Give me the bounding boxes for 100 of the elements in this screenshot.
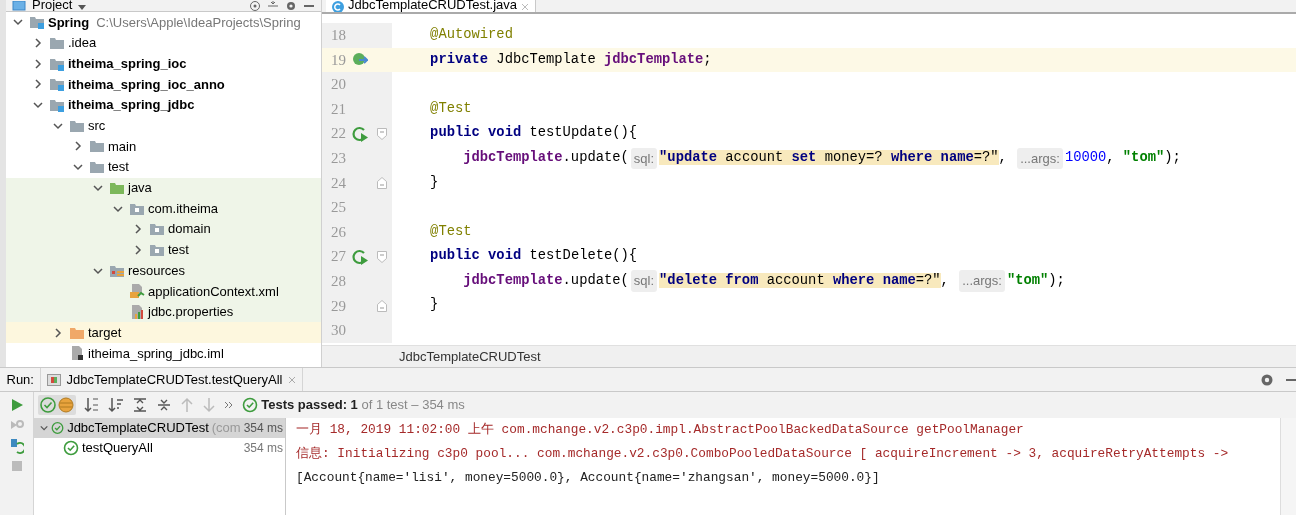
project-path: C:\Users\Apple\IdeaProjects\Spring: [96, 13, 301, 32]
run-config-icon: [47, 373, 62, 386]
code-line: }: [429, 296, 439, 315]
package-icon: [149, 221, 165, 238]
line-number: 18: [330, 26, 346, 46]
dropdown-icon[interactable]: [78, 5, 87, 11]
line-number: 29: [330, 296, 346, 316]
tree-item[interactable]: java: [6, 177, 321, 199]
tree-item[interactable]: Spring C:\Users\Apple\IdeaProjects\Spring: [6, 12, 321, 33]
more-icon[interactable]: [224, 400, 234, 410]
target-icon[interactable]: [249, 1, 261, 11]
item-label: test: [108, 158, 129, 177]
code-text: jdbcTemplate.update(: [462, 148, 629, 167]
parameter-hint: ...args:: [959, 270, 1005, 292]
passed-icon: [51, 420, 65, 436]
console-line: [Account{name='lisi', money=5000.0}, Account{name='zhangsan', money=5000.0}]: [296, 469, 881, 487]
item-label: test: [168, 241, 189, 260]
status-text: Tests passed: 1 of 1 test – 354 ms: [261, 396, 465, 415]
item-label: applicationContext.xml: [148, 282, 279, 301]
sort-by-duration-icon[interactable]: [108, 397, 124, 413]
code-line: public void testUpdate(){: [429, 124, 638, 143]
folder-icon: [49, 35, 65, 52]
bean-icon[interactable]: [352, 51, 368, 68]
tree-item[interactable]: test: [6, 156, 321, 178]
line-number: 27: [330, 247, 346, 267]
tree-item[interactable]: itheima_spring_ioc: [6, 53, 321, 75]
project-icon: [12, 1, 26, 11]
tree-item[interactable]: domain: [6, 218, 321, 240]
item-label: com.itheima: [148, 199, 219, 218]
run-test-icon[interactable]: [351, 248, 369, 265]
collapse-all-icon[interactable]: [156, 397, 172, 413]
editor-tab[interactable]: JdbcTemplateCRUDTest.java: [326, 0, 537, 12]
tree-item[interactable]: src: [6, 115, 321, 137]
module-icon: [49, 97, 65, 114]
item-label: jdbc.properties: [148, 303, 234, 322]
test-name: JdbcTemplateCRUDTest: [67, 419, 209, 438]
run-tab[interactable]: JdbcTemplateCRUDTest.testQueryAll: [40, 368, 303, 391]
module-file-icon: [69, 345, 85, 362]
item-label: itheima_spring_jdbc.iml: [88, 344, 224, 363]
line-number: 22: [330, 124, 346, 144]
settings-icon[interactable]: [285, 1, 297, 11]
passed-icon: [242, 397, 258, 413]
item-label: itheima_spring_ioc_anno: [68, 75, 225, 94]
line-number: 24: [330, 173, 346, 193]
item-label: Spring: [48, 13, 90, 32]
run-test-icon[interactable]: [351, 125, 369, 142]
console-line: 一月 18, 2019 11:02:00 上午 com.mchange.v2.c3p0.impl.AbstractPoolBackedDataSource getPoolManager: [296, 421, 1025, 439]
tree-item[interactable]: itheima_spring_jdbc.iml: [6, 343, 321, 364]
item-label: itheima_spring_ioc: [68, 54, 187, 73]
code-line: private JdbcTemplate jdbcTemplate;: [429, 50, 712, 69]
breadcrumb[interactable]: JdbcTemplateCRUDTest: [399, 346, 541, 367]
test-item[interactable]: JdbcTemplateCRUDTest (com 354 ms: [34, 418, 285, 438]
code-line: public void testDelete(){: [429, 247, 638, 266]
test-item[interactable]: testQueryAll 354 ms: [34, 438, 285, 458]
tree-item[interactable]: .idea: [6, 32, 321, 54]
code-line: @Test: [429, 222, 472, 241]
module-icon: [49, 76, 65, 93]
tree-item[interactable]: com.itheima: [6, 198, 321, 219]
panel-title[interactable]: Project: [32, 0, 73, 11]
code-line: }: [429, 173, 439, 192]
console-line: 信息: Initializing c3p0 pool... com.mchange.v2.c3p0.ComboPooledDataSource [ acquireIncrement -> 3, acquireRetryAttempts ->: [296, 445, 1230, 463]
code-text: jdbcTemplate.update(: [462, 271, 629, 290]
toggle-rerun-icon[interactable]: [9, 438, 24, 454]
code-text: 10000, "tom");: [1064, 148, 1181, 167]
settings-icon[interactable]: [1260, 372, 1274, 387]
line-number: 25: [330, 198, 346, 218]
tree-item[interactable]: itheima_spring_jdbc: [6, 94, 321, 116]
properties-file-icon: [129, 303, 145, 320]
line-number: 28: [330, 272, 346, 291]
item-label: domain: [168, 220, 211, 239]
tree-item[interactable]: resources: [6, 260, 321, 281]
tree-item[interactable]: itheima_spring_ioc_anno: [6, 74, 321, 95]
line-number: 20: [330, 75, 346, 95]
line-number: 30: [330, 321, 346, 341]
test-duration: 354 ms: [243, 440, 283, 457]
item-label: target: [88, 323, 122, 342]
module-icon: [29, 14, 45, 31]
run-icon[interactable]: [9, 398, 24, 412]
show-passed-icon[interactable]: [39, 396, 57, 414]
line-number: 19: [330, 50, 346, 70]
xml-file-icon: [129, 283, 145, 300]
tree-item[interactable]: main: [6, 136, 321, 157]
tree-item[interactable]: test: [6, 239, 321, 261]
code-line: @Autowired: [429, 25, 513, 44]
class-icon: [332, 1, 344, 12]
scrollbar[interactable]: [1280, 418, 1296, 515]
item-label: itheima_spring_jdbc: [68, 96, 195, 115]
item-label: src: [88, 117, 106, 136]
item-label: main: [108, 137, 137, 156]
tree-item[interactable]: jdbc.properties: [6, 301, 321, 323]
line-number: 26: [330, 222, 346, 242]
parameter-hint: sql:: [630, 270, 658, 292]
tree-item[interactable]: applicationContext.xml: [6, 280, 321, 302]
folder-icon: [89, 159, 105, 176]
item-label: .idea: [68, 34, 97, 53]
parameter-hint: ...args:: [1017, 147, 1063, 169]
tree-item[interactable]: target: [6, 322, 321, 343]
expand-all-icon[interactable]: [132, 397, 148, 413]
code-line: @Test: [429, 99, 472, 118]
sort-alphabetically-icon[interactable]: [84, 397, 100, 413]
